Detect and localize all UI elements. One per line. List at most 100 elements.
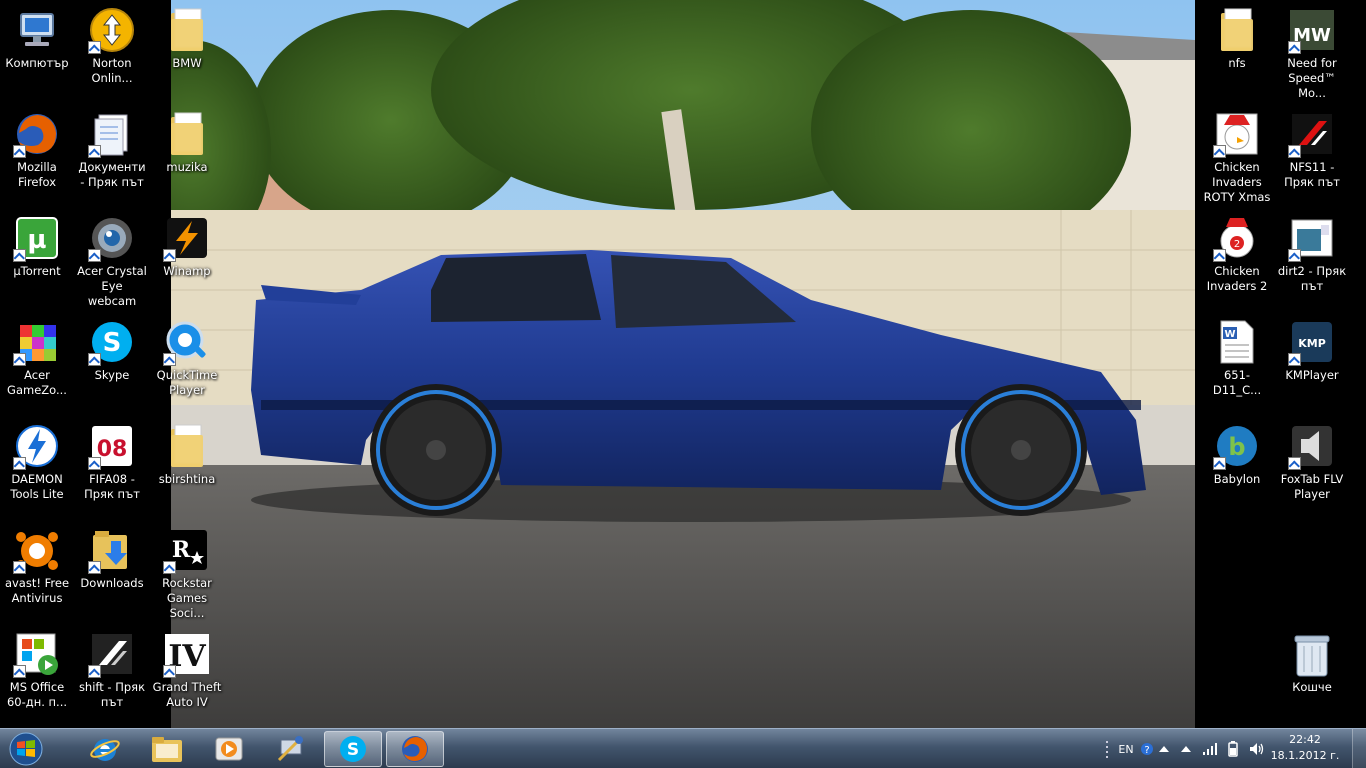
taskbar-skype-button[interactable]: S [324,731,382,767]
svg-text:?: ? [1144,745,1149,756]
desktop-icon-msoffice[interactable]: MS Office 60-дн. п... [0,624,74,724]
desktop-icon-muzika[interactable]: muzika [150,104,224,204]
desktop-wallpaper [171,0,1195,728]
desktop-icon-label: Chicken Invaders ROTY Xmas [1203,160,1271,204]
taskbar-mediaplayer-button[interactable] [200,731,258,767]
firefox-icon [13,110,61,158]
desktop-icon-kmplayer[interactable]: KMP KMPlayer [1275,312,1349,412]
avast-icon [13,526,61,574]
nfs-icon [1213,6,1261,54]
svg-text:W: W [1224,329,1235,340]
desktop-icon-dirt2[interactable]: dirt2 - Пряк път [1275,208,1349,308]
desktop-icon-label: Кошче [1292,680,1332,694]
desktop-icon-bmw[interactable]: BMW [150,0,224,100]
network-tool-icon [277,736,303,762]
windows-logo-icon [9,732,43,766]
desktop-icon-rockstar[interactable]: R Rockstar Games Soci... [150,520,224,620]
desktop-icon-babylon[interactable]: b Babylon [1200,416,1274,516]
shortcut-arrow-icon [1213,145,1226,158]
media-player-icon [215,737,243,761]
desktop-icon-skype[interactable]: S Skype [75,312,149,412]
taskbar-tool-button[interactable] [262,731,320,767]
taskbar-explorer-button[interactable] [138,731,196,767]
desktop-icon-quicktime[interactable]: QuickTime Player [150,312,224,412]
desktop-icon-nfs11[interactable]: NFS11 - Пряк път [1275,104,1349,204]
desktop-icon-sbirshtina[interactable]: sbirshtina [150,416,224,516]
desktop-icon-chicken-xmas[interactable]: Chicken Invaders ROTY Xmas [1200,104,1274,204]
desktop-icon-daemon[interactable]: DAEMON Tools Lite [0,416,74,516]
desktop-icon-gta4[interactable]: IV Grand Theft Auto IV [150,624,224,724]
babylon-icon: b [1213,422,1261,470]
desktop-icon-chicken2[interactable]: 2 Chicken Invaders 2 [1200,208,1274,308]
desktop-icon-downloads[interactable]: Downloads [75,520,149,620]
desktop-icon-label: Документи - Пряк път [78,160,146,189]
fifa08-icon: 08 [88,422,136,470]
quicktime-icon [163,318,211,366]
desktop-icon-doc651[interactable]: W 651-D11_C... [1200,312,1274,412]
desktop-icon-documents[interactable]: Документи - Пряк път [75,104,149,204]
desktop-icon-fifa08[interactable]: 08 FIFA08 - Пряк път [75,416,149,516]
shortcut-arrow-icon [13,665,26,678]
muzika-icon [163,110,211,158]
shortcut-arrow-icon [13,353,26,366]
taskbar-ie-button[interactable] [76,731,134,767]
shortcut-arrow-icon [1288,41,1301,54]
desktop-icon-gamezone[interactable]: Acer GameZo... [0,312,74,412]
chicken-xmas-icon [1213,110,1261,158]
language-indicator[interactable]: EN [1114,729,1138,768]
clock-date: 18.1.2012 г. [1270,749,1340,762]
gamezone-icon [13,318,61,366]
shortcut-arrow-icon [163,561,176,574]
volume-icon[interactable] [1246,729,1268,768]
power-icon[interactable] [1222,729,1244,768]
language-options-icon[interactable] [1156,729,1172,768]
desktop-icon-computer[interactable]: Компютър [0,0,74,100]
webcam-icon [88,214,136,262]
internet-explorer-icon [90,739,120,761]
desktop-icon-nfsmw[interactable]: MW Need for Speed™ Mo... [1275,0,1349,100]
firefox-icon [402,736,428,762]
svg-text:S: S [347,740,359,760]
desktop-icon-label: Rockstar Games Soci... [162,576,212,620]
desktop-icon-firefox[interactable]: Mozilla Firefox [0,104,74,204]
dirt2-icon [1288,214,1336,262]
start-button[interactable] [4,731,48,767]
rockstar-icon: R [163,526,211,574]
shortcut-arrow-icon [88,353,101,366]
desktop-icon-foxtab[interactable]: FoxTab FLV Player [1275,416,1349,516]
desktop-icon-label: Skype [94,368,130,382]
desktop-icon-label: nfs [1228,56,1246,70]
desktop-icon-label: NFS11 - Пряк път [1284,160,1340,189]
clock[interactable]: 22:42 18.1.2012 г. [1266,732,1344,764]
chicken2-icon: 2 [1213,214,1261,262]
doc651-icon: W [1213,318,1261,366]
kmplayer-icon: KMP [1288,318,1336,366]
foxtab-icon [1288,422,1336,470]
desktop-icon-label: KMPlayer [1285,368,1339,382]
taskbar-firefox-button[interactable] [386,731,444,767]
desktop-icon-shift[interactable]: shift - Пряк път [75,624,149,724]
language-help-icon[interactable]: ? [1138,729,1156,768]
desktop-icon-webcam[interactable]: Acer Crystal Eye webcam [75,208,149,308]
show-hidden-icons-icon[interactable] [1176,729,1196,768]
svg-text:R: R [172,537,191,563]
desktop-icon-avast[interactable]: avast! Free Antivirus [0,520,74,620]
desktop-icon-utorrent[interactable]: µ µTorrent [0,208,74,308]
desktop-icon-winamp[interactable]: Winamp [150,208,224,308]
clock-time: 22:42 [1289,733,1321,746]
svg-text:µ: µ [27,225,46,255]
network-signal-icon[interactable] [1200,729,1220,768]
desktop-icon-nfs[interactable]: nfs [1200,0,1274,100]
desktop-icon-label: Acer Crystal Eye webcam [77,264,147,308]
desktop-icon-recycle[interactable]: Кошче [1275,624,1349,724]
svg-text:b: b [1228,433,1245,461]
desktop-icon-norton[interactable]: Norton Onlin... [75,0,149,100]
desktop-icon-label: MS Office 60-дн. п... [6,680,68,709]
desktop-icon-label: Mozilla Firefox [17,160,57,189]
desktop-icon-label: µTorrent [13,264,61,278]
utorrent-icon: µ [13,214,61,262]
shortcut-arrow-icon [13,457,26,470]
sbirshtina-icon [163,422,211,470]
show-desktop-button[interactable] [1352,729,1366,768]
grip-icon [1106,741,1108,758]
